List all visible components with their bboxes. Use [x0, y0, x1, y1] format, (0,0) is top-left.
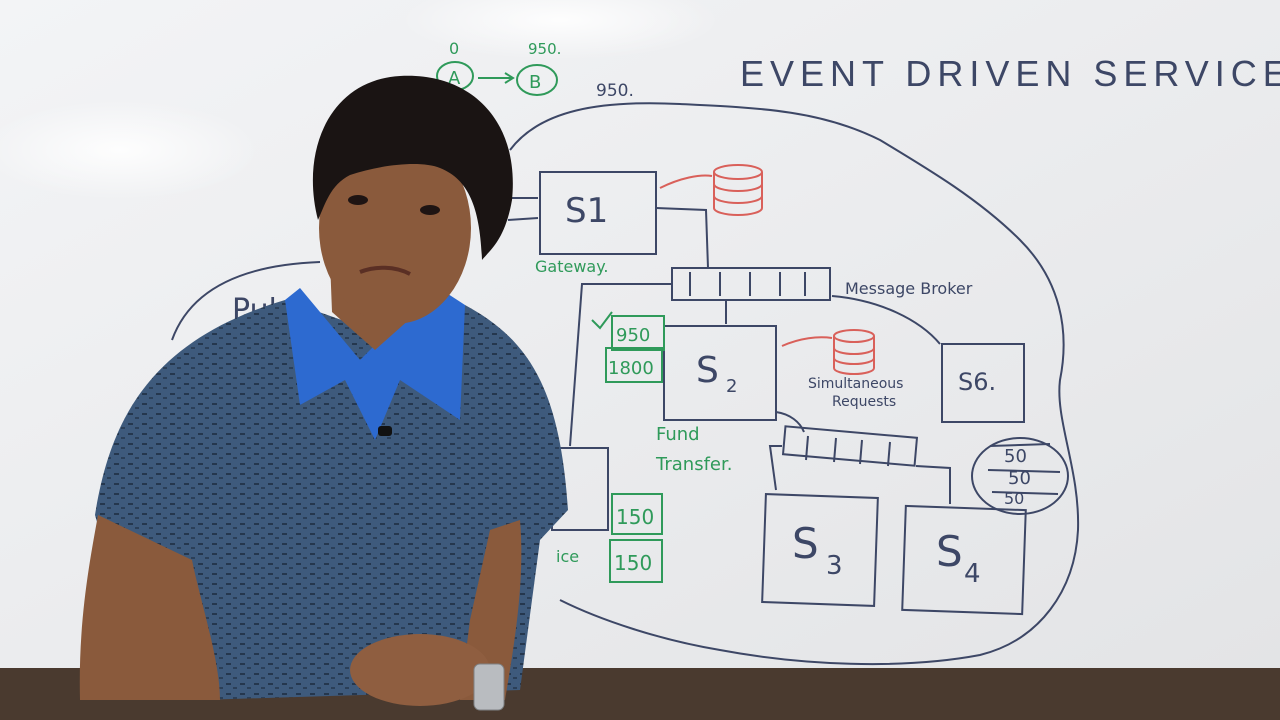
service-partial-label: ice — [556, 547, 579, 566]
amount-950: 950 — [616, 325, 650, 346]
requests-label: Requests — [832, 394, 896, 410]
stack-50-a: 50 — [1004, 446, 1027, 467]
board-title: EVENT DRIVEN SERVICES — [740, 53, 1280, 94]
fund-label: Fund — [656, 424, 700, 445]
amount-150-b: 150 — [614, 551, 652, 575]
service-s4-sub: 4 — [964, 559, 981, 589]
label-b: B — [529, 72, 541, 93]
amount-150-a: 150 — [616, 505, 654, 529]
label-950-top: 950. — [528, 40, 561, 58]
message-broker-label: Message Broker — [845, 279, 973, 298]
simultaneous-label: Simultaneous — [808, 376, 903, 392]
lapel-microphone — [378, 426, 392, 436]
wristwatch — [473, 663, 505, 711]
service-s1-label: S1 — [565, 191, 608, 231]
stack-50-c: 50 — [1004, 489, 1024, 508]
scene: EVENT DRIVEN SERVICES A B 0 950. 950. Pu… — [0, 0, 1280, 720]
service-s6-label: S6. — [958, 368, 996, 396]
stack-50-b: 50 — [1008, 468, 1031, 489]
presenter-hands — [350, 634, 490, 706]
label-950-side: 950. — [596, 81, 634, 101]
presenter-eye-right — [420, 205, 440, 215]
presenter-eye-left — [348, 195, 368, 205]
amount-1800: 1800 — [608, 358, 654, 379]
gateway-label: Gateway. — [535, 257, 608, 276]
label-zero: 0 — [449, 39, 459, 58]
service-s2-sub: 2 — [726, 376, 737, 397]
service-s3-label: S — [792, 519, 819, 568]
service-s2-label: S — [696, 350, 719, 391]
service-s3-sub: 3 — [826, 551, 843, 581]
service-s4-label: S — [936, 527, 963, 576]
video-frame: EVENT DRIVEN SERVICES A B 0 950. 950. Pu… — [0, 0, 1280, 720]
transfer-label: Transfer. — [655, 454, 732, 475]
